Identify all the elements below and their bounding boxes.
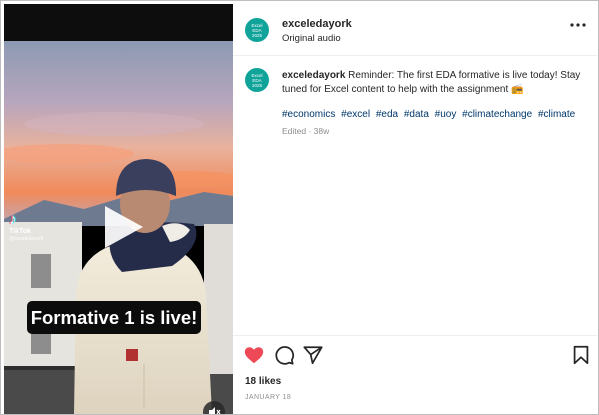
caption-username-link[interactable]: exceledayork xyxy=(282,70,345,81)
post-details-panel: Excel EDA 2025 exceledayork Original aud… xyxy=(233,4,597,414)
hashtag-link[interactable]: #climate xyxy=(538,109,575,120)
tiktok-handle: @exceledayork xyxy=(9,236,44,242)
caption-edited-time: Edited · 38w xyxy=(282,126,330,136)
bookmark-icon xyxy=(573,345,589,365)
post-date: JANUARY 18 xyxy=(245,394,292,401)
comment-button[interactable] xyxy=(273,344,295,366)
send-icon xyxy=(303,346,323,365)
hashtag-list: #economics #excel #eda #data #uoy #clima… xyxy=(282,108,592,122)
muted-speaker-icon xyxy=(209,407,221,414)
heart-icon xyxy=(244,347,264,364)
post-header: Excel EDA 2025 exceledayork Original aud… xyxy=(233,4,597,56)
avatar-text-line: 2025 xyxy=(251,82,262,88)
likes-count[interactable]: 18 likes xyxy=(245,376,281,387)
hashtag-link[interactable]: #economics xyxy=(282,109,335,120)
caption-text: exceledayork Reminder: The first EDA for… xyxy=(282,69,582,97)
audio-link[interactable]: Original audio xyxy=(282,33,341,44)
header-username-link[interactable]: exceledayork xyxy=(282,18,352,30)
comment-icon xyxy=(275,346,295,365)
more-options-button[interactable] xyxy=(569,20,587,32)
avatar-text-line: 2025 xyxy=(251,32,262,38)
like-button[interactable] xyxy=(243,344,265,366)
save-button[interactable] xyxy=(570,344,592,366)
avatar[interactable]: Excel EDA 2025 xyxy=(245,18,269,42)
video-caption-banner: Formative 1 is live! xyxy=(27,301,201,334)
post-actions: 18 likes JANUARY 18 xyxy=(233,335,597,414)
tiktok-label: TikTok xyxy=(9,228,31,235)
caption-avatar[interactable]: Excel EDA 2025 xyxy=(245,68,269,92)
mute-button[interactable] xyxy=(203,401,225,414)
tiktok-logo-icon: ♪ xyxy=(9,211,17,228)
reel-video[interactable]: ♪ TikTok @exceledayork Formative 1 is li… xyxy=(4,4,233,414)
hashtag-link[interactable]: #climatechange xyxy=(462,109,532,120)
hashtag-link[interactable]: #uoy xyxy=(435,109,457,120)
hashtag-link[interactable]: #excel xyxy=(341,109,370,120)
share-button[interactable] xyxy=(302,344,324,366)
more-horizontal-icon xyxy=(570,23,586,27)
tiktok-watermark: ♪ TikTok @exceledayork xyxy=(9,212,44,242)
play-icon[interactable] xyxy=(99,204,145,250)
instagram-post-modal: ♪ TikTok @exceledayork Formative 1 is li… xyxy=(0,0,599,415)
hashtag-link[interactable]: #eda xyxy=(376,109,398,120)
hashtag-link[interactable]: #data xyxy=(404,109,429,120)
